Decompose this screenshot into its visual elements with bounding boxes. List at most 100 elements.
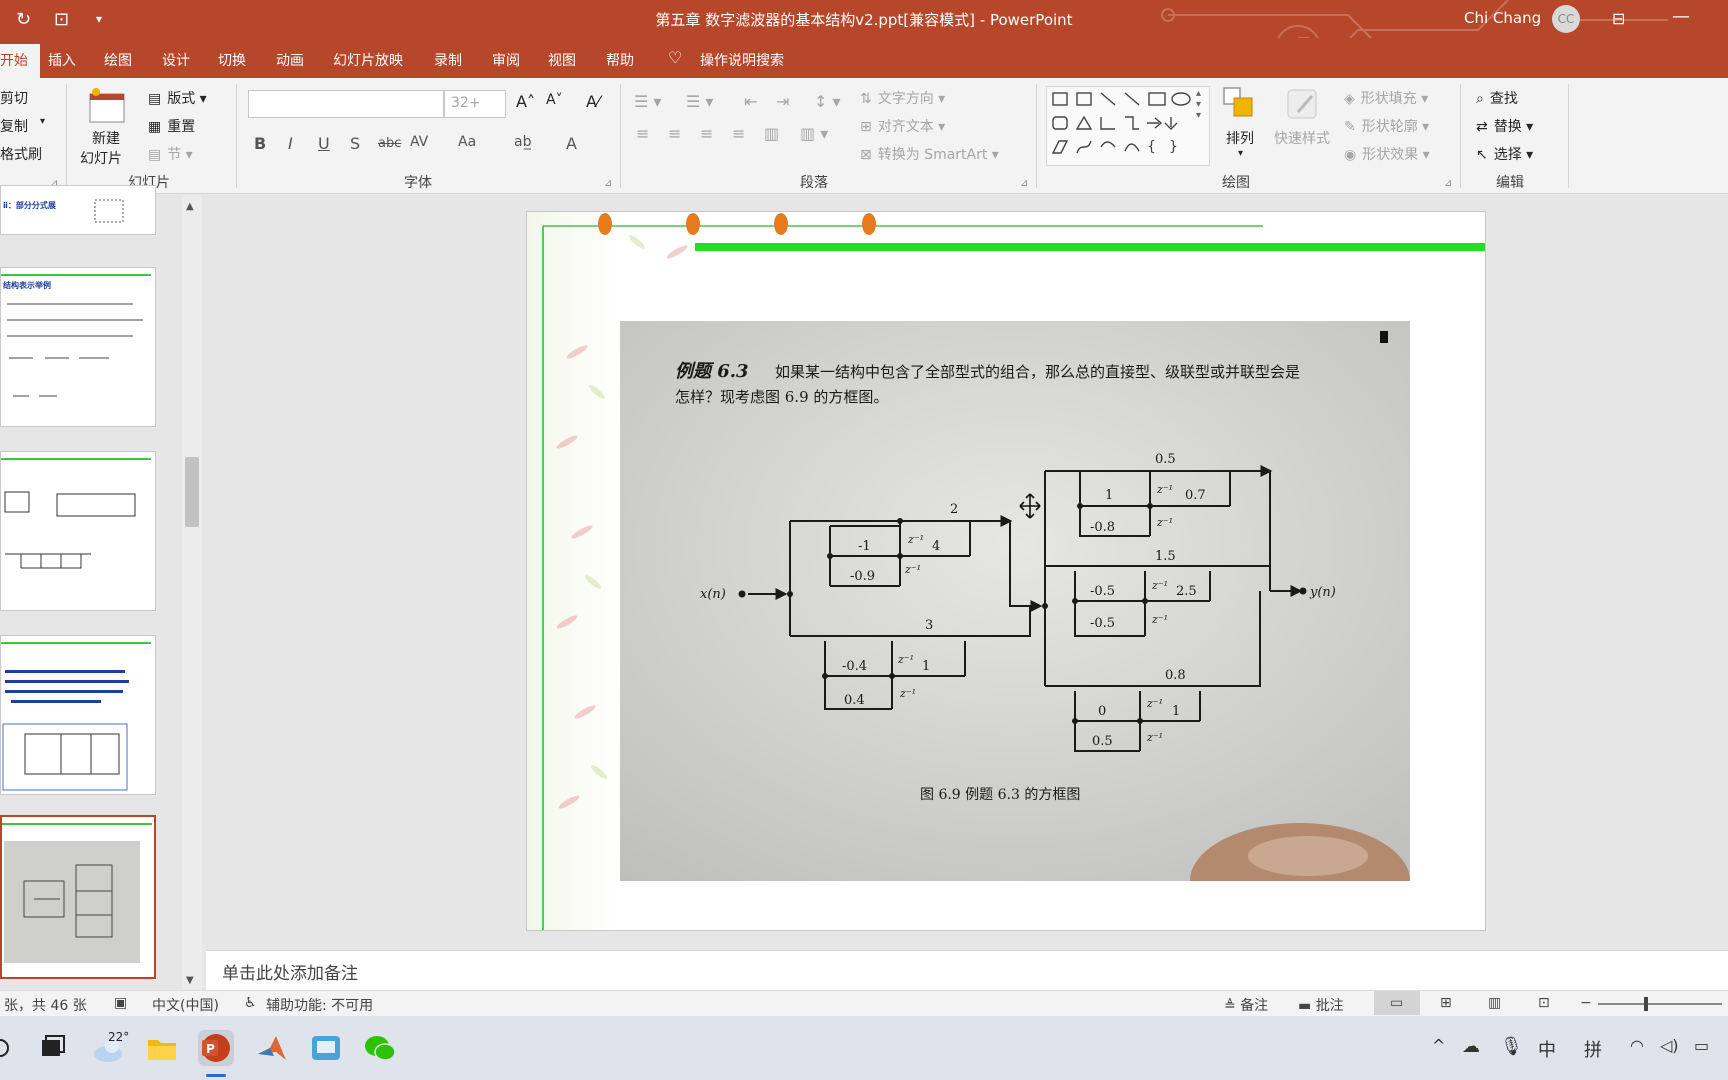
text-direction-button[interactable]: ⇅ 文字方向 ▾ — [860, 88, 945, 108]
task-view-icon[interactable] — [34, 1030, 70, 1066]
show-hidden-icons-icon[interactable]: ^ — [1432, 1036, 1445, 1055]
onedrive-icon[interactable]: ☁ — [1462, 1036, 1480, 1057]
section-button[interactable]: ▤ 节 ▾ — [148, 144, 193, 164]
spelling-icon[interactable]: ▣ — [114, 995, 127, 1011]
tab-view[interactable]: 视图 — [548, 50, 576, 70]
textbook-photo[interactable]: 例题 6.3 如果某一结构中包含了全部型式的组合，那么总的直接型、级联型或并联型… — [620, 321, 1410, 881]
copy-button[interactable]: 复制 — [0, 116, 28, 136]
arrange-button[interactable]: 排列 — [1226, 128, 1254, 148]
new-slide-label-2[interactable]: 幻灯片 — [80, 148, 122, 168]
select-button[interactable]: ↖ 选择 ▾ — [1476, 144, 1533, 164]
ribbon-display-options-icon[interactable]: ⊟ — [1612, 9, 1625, 28]
tab-animations[interactable]: 动画 — [276, 50, 304, 70]
user-name[interactable]: Chi Chang — [1464, 9, 1541, 27]
slide-thumbnail[interactable]: 结构表示举例 — [0, 267, 156, 427]
file-explorer-icon[interactable] — [144, 1030, 180, 1066]
thumbnail-scrollbar[interactable]: ▲ ▼ — [182, 195, 202, 990]
accessibility-icon[interactable]: ♿ — [244, 995, 257, 1011]
tab-review[interactable]: 审阅 — [492, 50, 520, 70]
align-center-icon[interactable]: ≡ — [668, 124, 681, 143]
tab-help[interactable]: 帮助 — [606, 50, 634, 70]
microphone-icon[interactable]: 🎙︎ — [1500, 1036, 1523, 1057]
tab-slideshow[interactable]: 幻灯片放映 — [333, 50, 403, 70]
new-slide-button[interactable]: 新建 — [92, 128, 120, 148]
find-button[interactable]: ⌕ 查找 — [1476, 88, 1518, 108]
format-painter-button[interactable]: 格式刷 — [0, 144, 42, 164]
slide-thumbnail[interactable]: ⅱ：部分分式展 — [0, 185, 156, 235]
minimize-icon[interactable]: — — [1672, 6, 1690, 27]
replace-button[interactable]: ⇄ 替换 ▾ — [1476, 116, 1533, 136]
reading-view-icon[interactable]: ▥ — [1488, 995, 1501, 1011]
notes-placeholder[interactable]: 单击此处添加备注 — [222, 959, 358, 984]
align-right-icon[interactable]: ≡ — [700, 124, 713, 143]
font-color-button[interactable]: A — [566, 134, 577, 153]
normal-view-icon[interactable]: ▭ — [1390, 995, 1403, 1011]
slide-thumbnail-current[interactable] — [0, 815, 156, 979]
italic-button[interactable]: I — [288, 134, 293, 153]
copy-dropdown-icon[interactable]: ▾ — [40, 116, 45, 127]
decrease-indent-icon[interactable]: ⇤ — [744, 92, 757, 111]
slide-count[interactable]: 张，共 46 张 — [4, 995, 87, 1015]
scroll-up-icon[interactable]: ▲ — [186, 201, 194, 212]
slide-thumbnail[interactable] — [0, 635, 156, 795]
battery-icon[interactable]: ▭ — [1694, 1036, 1709, 1055]
shapes-gallery[interactable]: {} — [1046, 86, 1210, 166]
avatar[interactable]: CC — [1552, 5, 1580, 33]
language-indicator[interactable]: 中文(中国) — [152, 995, 219, 1015]
reset-button[interactable]: ▦ 重置 — [148, 116, 195, 136]
change-case-button[interactable]: Aa — [458, 134, 476, 150]
increase-indent-icon[interactable]: ⇥ — [776, 92, 789, 111]
volume-icon[interactable]: ◁) — [1660, 1036, 1679, 1055]
highlight-icon[interactable]: ab̲ — [514, 134, 531, 150]
scroll-down-icon[interactable]: ▼ — [186, 975, 194, 986]
layout-button[interactable]: ▤ 版式 ▾ — [148, 88, 207, 108]
tab-transitions[interactable]: 切换 — [218, 50, 246, 70]
drawing-launcher-icon[interactable]: ⊿ — [1444, 178, 1452, 189]
shape-outline-button[interactable]: ✎ 形状轮廓 ▾ — [1344, 116, 1429, 136]
notes-pane[interactable]: 单击此处添加备注 — [206, 950, 1728, 990]
paragraph-launcher-icon[interactable]: ⊿ — [1020, 178, 1028, 189]
gallery-scroll-icon[interactable]: ▴ ▾ ▾ — [1196, 88, 1201, 121]
notes-toggle[interactable]: ≜ 备注 — [1224, 995, 1268, 1015]
shape-fill-button[interactable]: ◈ 形状填充 ▾ — [1344, 88, 1428, 108]
slideshow-view-icon[interactable]: ⊡ — [1538, 995, 1550, 1011]
convert-smartart-button[interactable]: ⊠ 转换为 SmartArt ▾ — [860, 144, 999, 164]
align-left-icon[interactable]: ≡ — [636, 124, 649, 143]
zoom-slider[interactable] — [1598, 1003, 1722, 1005]
ime-mode[interactable]: 拼 — [1584, 1036, 1602, 1062]
slide-sorter-icon[interactable]: ⊞ — [1440, 995, 1452, 1011]
matlab-icon[interactable] — [254, 1030, 290, 1066]
character-spacing-button[interactable]: AV — [410, 134, 428, 150]
columns-icon[interactable]: ▥ ▾ — [800, 124, 828, 143]
line-spacing-icon[interactable]: ↕ ▾ — [814, 92, 841, 111]
decrease-font-icon[interactable]: A˅ — [546, 92, 563, 108]
tab-draw[interactable]: 绘图 — [104, 50, 132, 70]
arrange-dropdown-icon[interactable]: ▾ — [1238, 148, 1243, 159]
font-name-input[interactable] — [248, 90, 444, 118]
wechat-icon[interactable] — [362, 1030, 398, 1066]
tell-me-search[interactable]: 操作说明搜索 — [700, 50, 784, 70]
quick-styles-button[interactable]: 快速样式 — [1274, 128, 1330, 148]
comments-toggle[interactable]: ▬ 批注 — [1298, 995, 1344, 1015]
text-shadow-button[interactable]: S — [350, 134, 360, 153]
distributed-icon[interactable]: ▥ — [764, 124, 779, 143]
zoom-out-icon[interactable]: − — [1580, 995, 1592, 1011]
tab-home[interactable]: 开始 — [0, 44, 40, 78]
font-size-input[interactable]: 32+ — [444, 90, 506, 118]
tab-design[interactable]: 设计 — [162, 50, 190, 70]
tab-insert[interactable]: 插入 — [48, 50, 76, 70]
wifi-icon[interactable]: ◠ — [1630, 1036, 1644, 1055]
cut-button[interactable]: 剪切 — [0, 88, 28, 108]
underline-button[interactable]: U — [318, 134, 330, 153]
bullets-icon[interactable]: ☰ ▾ — [634, 92, 661, 111]
scrollbar-thumb[interactable] — [185, 457, 199, 527]
justify-icon[interactable]: ≡ — [732, 124, 745, 143]
align-text-button[interactable]: ⊞ 对齐文本 ▾ — [860, 116, 945, 136]
numbering-icon[interactable]: ☰ ▾ — [686, 92, 713, 111]
strikethrough-button[interactable]: abc — [378, 136, 401, 151]
ime-language[interactable]: 中 — [1538, 1036, 1556, 1062]
clear-formatting-icon[interactable]: A⁄ — [586, 92, 600, 111]
powerpoint-taskbar-icon[interactable]: P — [198, 1030, 234, 1066]
slide-thumbnail[interactable] — [0, 451, 156, 611]
search-icon[interactable] — [0, 1038, 14, 1062]
